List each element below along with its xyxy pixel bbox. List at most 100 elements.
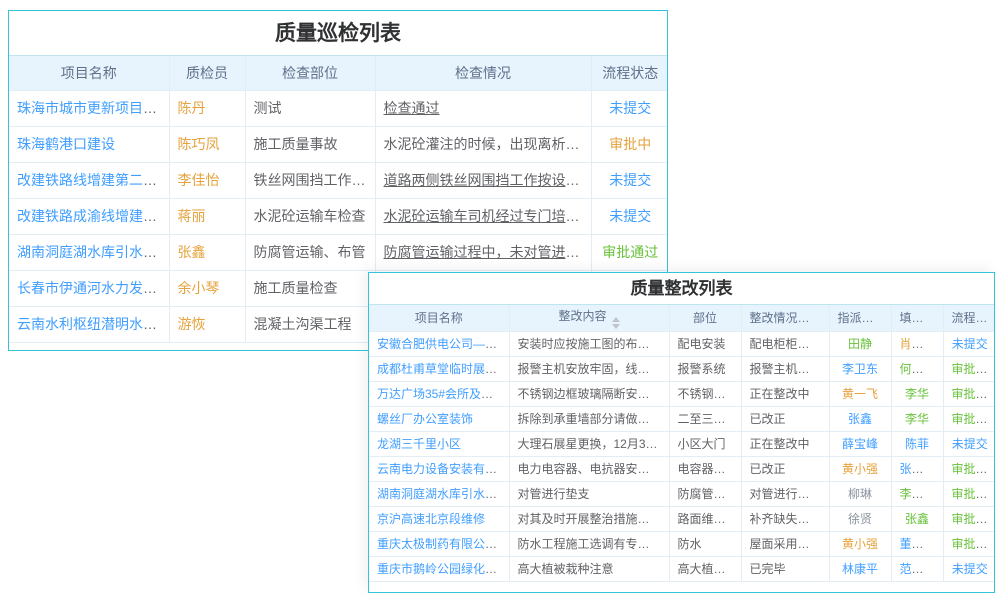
col-header-status: 流程状态 [943,305,995,331]
table-row[interactable]: 螺丝厂办公室装饰 拆除到承重墙部分请做好加固... 二至三楼混... 已改正 张… [369,406,995,431]
part-cell: 配电安装 [669,331,741,356]
inspector-name: 陈巧凤 [178,136,220,152]
content-cell: 报警主机安放牢固，线缆连接... [509,356,669,381]
part-cell: 水泥砼运输车检查 [245,198,375,234]
feedback-cell: 报警主机安放... [741,356,829,381]
feedback-cell: 已改正 [741,406,829,431]
content-cell: 大理石展星更换，12月31日之... [509,431,669,456]
table-row[interactable]: 湖南洞庭湖水库引水工... 张鑫 防腐管运输、布管 防腐管运输过程中，未对管进行… [9,234,668,270]
status-badge: 审批通过 [952,462,996,476]
inspector-name: 蒋丽 [178,208,206,224]
project-link[interactable]: 安徽合肥供电公司—配电设备... [377,337,509,351]
status-badge: 审批通过 [602,244,658,260]
content-cell: 电力电容器、电抗器安装方案... [509,456,669,481]
col-header-inspector: 质检员 [169,56,245,90]
inspector-name: 张鑫 [178,244,206,260]
part-cell: 不锈钢安装... [669,381,741,406]
content-cell: 对其及时开展整治措施，桥头... [509,506,669,531]
table-row[interactable]: 湖南洞庭湖水库引水工程施工1标 对管进行垫支 防腐管运输... 对管进行垫支 柳… [369,481,995,506]
assignee-name: 黄一飞 [842,387,878,401]
content-cell: 拆除到承重墙部分请做好加固... [509,406,669,431]
table-row[interactable]: 万达广场35#会所及咖啡厅空... 不锈钢边框玻璃隔断安装不牢... 不锈钢安装… [369,381,995,406]
feedback-cell: 已完毕 [741,556,829,581]
table-row[interactable]: 安徽合肥供电公司—配电设备... 安装时应按施工图的布置，将... 配电安装 配… [369,331,995,356]
col-header-project: 项目名称 [9,56,169,90]
assignee-name: 薛宝峰 [842,437,878,451]
situation-text: 水泥砼运输车司机经过专门培训... [384,208,592,224]
project-link[interactable]: 改建铁路线增建第二线... [17,172,169,188]
assignee-name: 林康平 [842,562,878,576]
part-cell: 高大植被栽种 [669,556,741,581]
table-row[interactable]: 云南电力设备安装有限公司20... 电力电容器、电抗器安装方案... 电容器安装… [369,456,995,481]
project-link[interactable]: 重庆太极制药有限公司亳州中... [377,537,509,551]
assignee-name: 李卫东 [842,362,878,376]
col-header-reporter: 填报人 [891,305,943,331]
part-cell: 防水 [669,531,741,556]
project-link[interactable]: 湖南洞庭湖水库引水工程施工1标 [377,487,509,501]
reporter-name: 陈菲 [905,437,929,451]
col-header-content[interactable]: 整改内容 [509,305,669,331]
situation-text: 水泥砼灌注的时候，出现离析现象 [384,136,592,152]
project-link[interactable]: 螺丝厂办公室装饰 [377,412,473,426]
status-badge: 未提交 [952,337,988,351]
feedback-cell: 正在整改中 [741,431,829,456]
table-row[interactable]: 珠海市城市更新项目紫... 陈丹 测试 检查通过 未提交 [9,90,668,126]
part-cell: 电容器安装... [669,456,741,481]
status-badge: 未提交 [609,100,651,116]
status-badge: 审批通过 [952,412,996,426]
assignee-name: 柳琳 [848,487,872,501]
table-row[interactable]: 珠海鹤港口建设 陈巧凤 施工质量事故 水泥砼灌注的时候，出现离析现象 审批中 [9,126,668,162]
sort-asc-icon[interactable] [612,317,620,322]
situation-text: 防腐管运输过程中，未对管进行... [384,244,592,260]
table-row[interactable]: 京沪高速北京段维修 对其及时开展整治措施，桥头... 路面维修检... 补齐缺失… [369,506,995,531]
rectification-header-row: 项目名称 整改内容 部位 整改情况反馈 指派人员 填报人 流程状态 [369,305,995,331]
project-link[interactable]: 重庆市鹅岭公园绿化景观提升... [377,562,509,576]
col-header-feedback: 整改情况反馈 [741,305,829,331]
table-row[interactable]: 重庆市鹅岭公园绿化景观提升... 高大植被栽种注意 高大植被栽种 已完毕 林康平… [369,556,995,581]
quality-rectification-panel: 质量整改列表 项目名称 整改内容 部位 整改情况反馈 指派人员 填报人 流程状态… [368,272,995,593]
sort-desc-icon[interactable] [612,324,620,329]
status-badge: 审批中 [609,136,651,152]
rectification-table: 项目名称 整改内容 部位 整改情况反馈 指派人员 填报人 流程状态 安徽合肥供电… [369,305,995,582]
feedback-cell: 正在整改中 [741,381,829,406]
project-link[interactable]: 云南电力设备安装有限公司20... [377,462,509,476]
inspector-name: 游恢 [178,316,206,332]
status-badge: 未提交 [952,562,988,576]
part-cell: 小区大门 [669,431,741,456]
project-link[interactable]: 万达广场35#会所及咖啡厅空... [377,387,509,401]
sort-icon[interactable] [612,317,620,329]
status-badge: 审批通过 [952,487,996,501]
inspector-name: 李佳怡 [178,172,220,188]
part-cell: 混凝土沟渠工程 [245,306,375,342]
inspection-header-row: 项目名称 质检员 检查部位 检查情况 流程状态 [9,56,668,90]
project-link[interactable]: 珠海市城市更新项目紫... [17,100,169,116]
project-link[interactable]: 龙湖三千里小区 [377,437,461,451]
project-link[interactable]: 京沪高速北京段维修 [377,512,485,526]
table-row[interactable]: 成都杜甫草堂临时展厅独立展... 报警主机安放牢固，线缆连接... 报警系统 报… [369,356,995,381]
reporter-name: 李若若 [900,487,936,501]
table-row[interactable]: 改建铁路成渝线增建第... 蒋丽 水泥砼运输车检查 水泥砼运输车司机经过专门培训… [9,198,668,234]
col-header-status: 流程状态 [591,56,668,90]
status-badge: 审批通过 [952,362,996,376]
rectification-table-title: 质量整改列表 [369,273,994,305]
status-badge: 审批通过 [952,537,996,551]
project-link[interactable]: 改建铁路成渝线增建第... [17,208,169,224]
part-cell: 二至三楼混... [669,406,741,431]
project-link[interactable]: 成都杜甫草堂临时展厅独立展... [377,362,509,376]
project-link[interactable]: 云南水利枢纽潜明水库... [17,316,169,332]
reporter-name: 董清平 [900,537,936,551]
part-cell: 防腐管运输、布管 [245,234,375,270]
table-row[interactable]: 龙湖三千里小区 大理石展星更换，12月31日之... 小区大门 正在整改中 薛宝… [369,431,995,456]
table-row[interactable]: 改建铁路线增建第二线... 李佳怡 铁丝网围挡工作检查 道路两侧铁丝网围挡工作按… [9,162,668,198]
table-row[interactable]: 重庆太极制药有限公司亳州中... 防水工程施工选调有专业资质... 防水 屋面采… [369,531,995,556]
part-cell: 测试 [245,90,375,126]
project-link[interactable]: 长春市伊通河水力发电... [17,280,169,296]
inspector-name: 余小琴 [178,280,220,296]
project-link[interactable]: 珠海鹤港口建设 [17,136,115,152]
reporter-name: 范思哲 [900,562,936,576]
assignee-name: 黄小强 [842,462,878,476]
assignee-name: 田静 [848,337,872,351]
project-link[interactable]: 湖南洞庭湖水库引水工... [17,244,169,260]
situation-text: 道路两侧铁丝网围挡工作按设计... [384,172,592,188]
assignee-name: 张鑫 [848,412,872,426]
